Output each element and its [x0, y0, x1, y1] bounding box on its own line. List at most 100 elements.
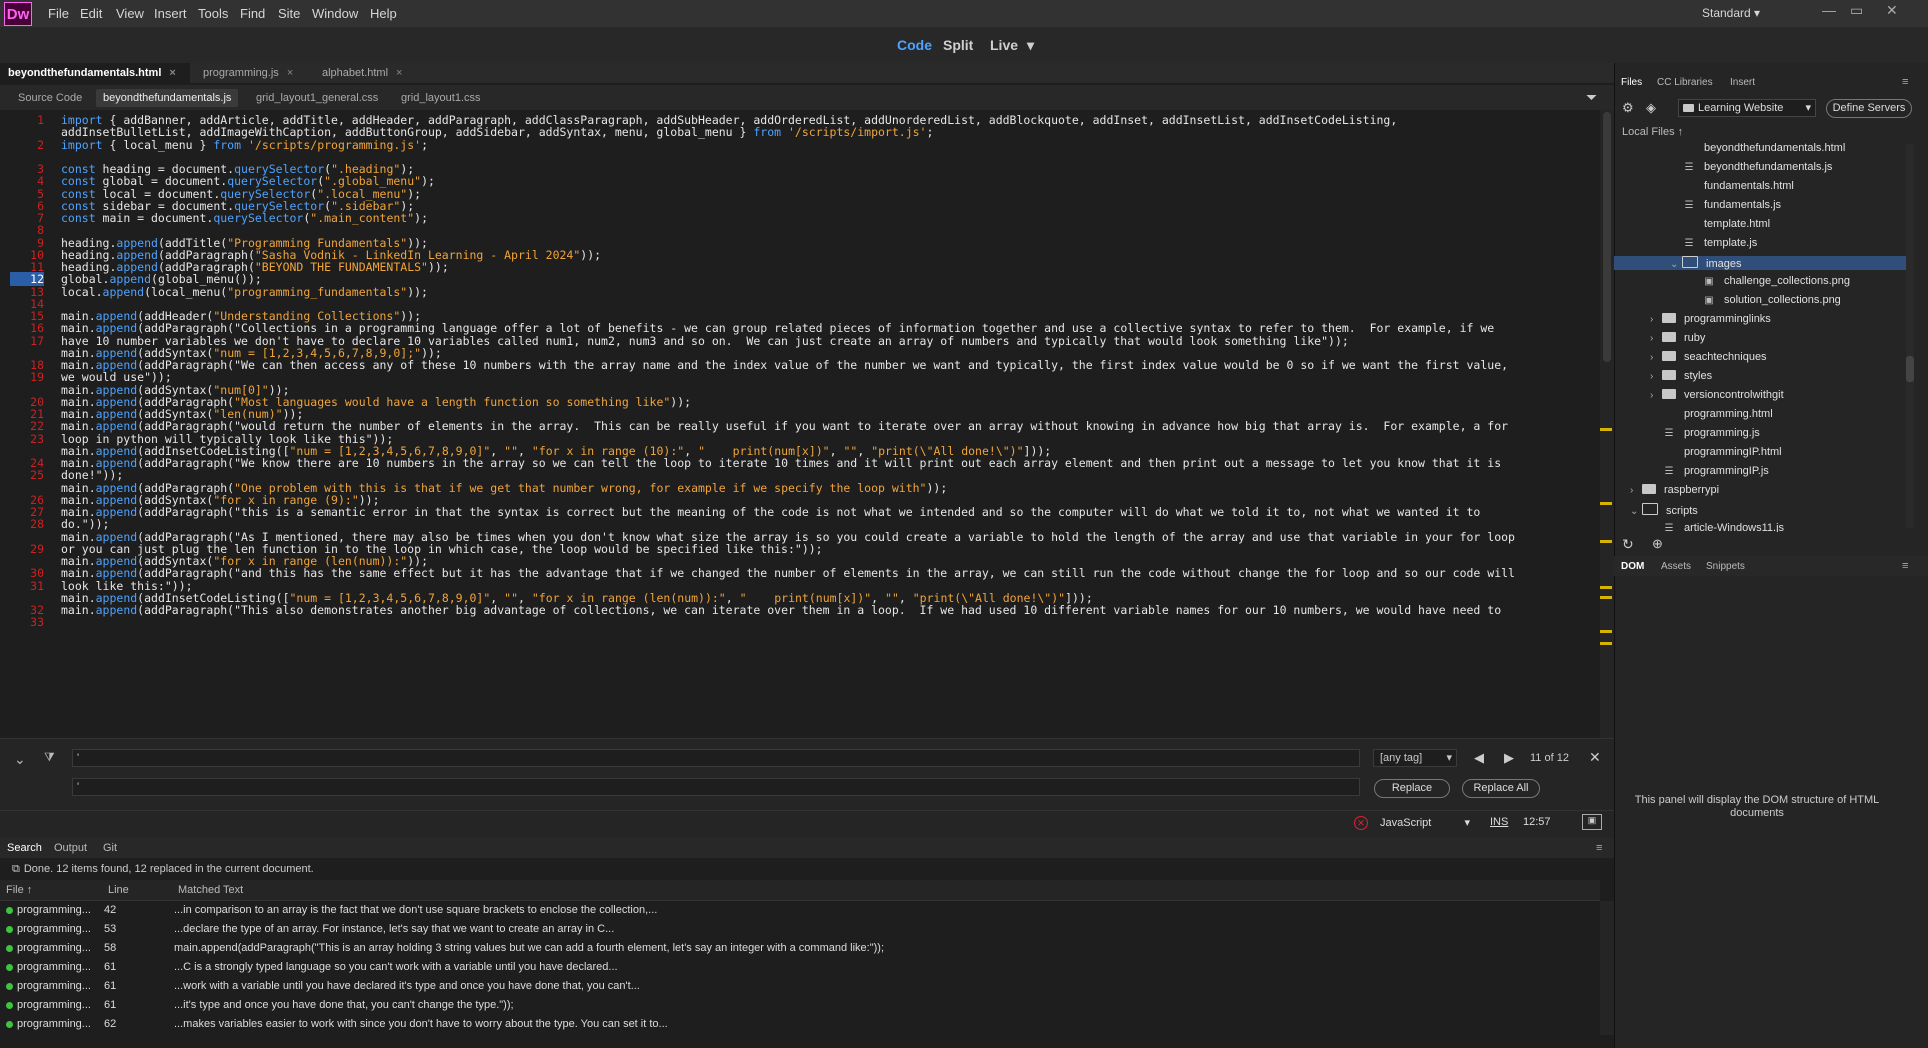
site-select[interactable]: Learning Website ▾	[1678, 99, 1816, 117]
related-grid-layout1[interactable]: grid_layout1.css	[394, 89, 488, 107]
result-row[interactable]: programming... 42 ...in comparison to an a…	[0, 901, 1600, 920]
expand-icon[interactable]: ⊕	[1652, 536, 1663, 552]
file-tree-item[interactable]: ⌄ scripts	[1630, 503, 1698, 517]
files-panel-menu-icon[interactable]: ≡	[1902, 76, 1908, 88]
result-row[interactable]: programming... 58 main.append(addParagrap…	[0, 939, 1600, 958]
menu-find[interactable]: Find	[240, 6, 265, 21]
doc-tab-programming[interactable]: programming.js ×	[195, 63, 309, 83]
code-line[interactable]: main.append(addParagraph("This also demo…	[61, 603, 1501, 617]
insert-mode[interactable]: INS	[1490, 816, 1508, 828]
live-dropdown-icon[interactable]: ▾	[1027, 37, 1034, 54]
previous-match-button[interactable]: ◀	[1474, 750, 1484, 766]
filter-icon[interactable]: ⏷	[1586, 89, 1597, 106]
view-live-button[interactable]: Live	[990, 37, 1018, 53]
code-line[interactable]: main.append(addParagraph("and this has t…	[61, 566, 1515, 580]
column-file[interactable]: File ↑	[6, 884, 32, 896]
panel-tab-assets[interactable]: Assets	[1661, 561, 1691, 572]
code-line[interactable]: main.append(addParagraph("We can then ac…	[61, 358, 1508, 372]
results-scrollbar[interactable]	[1600, 901, 1614, 1035]
related-grid-layout1-general[interactable]: grid_layout1_general.css	[249, 89, 385, 107]
file-tree-item[interactable]: › versioncontrolwithgit	[1650, 389, 1784, 401]
file-tree-item[interactable]: › raspberrypi	[1630, 484, 1719, 496]
close-icon[interactable]: ×	[169, 67, 175, 79]
tag-select[interactable]: [any tag] ▾	[1373, 749, 1457, 767]
menu-window[interactable]: Window	[312, 6, 358, 21]
related-beyondthefundamentals-js[interactable]: beyondthefundamentals.js	[96, 89, 239, 107]
doc-tab-beyondthefundamentals[interactable]: beyondthefundamentals.html ×	[0, 63, 190, 83]
file-tree-item[interactable]: › ruby	[1650, 332, 1705, 344]
result-row[interactable]: programming... 61 ...it's type and once yo…	[0, 996, 1600, 1015]
sync-icon[interactable]: ◈	[1646, 100, 1656, 116]
error-icon[interactable]: ✕	[1354, 816, 1368, 830]
file-tree-item[interactable]: › programminglinks	[1650, 313, 1771, 325]
result-row[interactable]: programming... 61 ...work with a variable …	[0, 977, 1600, 996]
collapse-icon[interactable]: ⌄	[14, 751, 26, 768]
menu-edit[interactable]: Edit	[80, 6, 102, 21]
menu-view[interactable]: View	[116, 6, 144, 21]
file-tree-item[interactable]: ▣ challenge_collections.png	[1690, 275, 1850, 287]
refresh-icon[interactable]: ↻	[1622, 536, 1634, 553]
close-icon[interactable]: ×	[396, 67, 402, 79]
file-tree-item[interactable]: ☰ template.js	[1670, 237, 1758, 249]
code-line[interactable]: main.append(addParagraph("this is a sema…	[61, 505, 1480, 519]
menu-tools[interactable]: Tools	[198, 6, 228, 21]
workspace-switcher[interactable]: Standard ▾	[1702, 6, 1760, 20]
file-tree-scrollbar-thumb[interactable]	[1906, 356, 1914, 382]
tab-git[interactable]: Git	[103, 842, 117, 854]
close-window-button[interactable]: ✕	[1886, 2, 1898, 19]
chevron-down-icon[interactable]: ⌄	[1670, 259, 1682, 270]
find-filter-icon[interactable]: ⧩	[44, 750, 55, 765]
menu-help[interactable]: Help	[370, 6, 397, 21]
dom-panel-menu-icon[interactable]: ≡	[1902, 560, 1908, 572]
file-tree-item[interactable]: programmingIP.html	[1650, 446, 1782, 458]
menu-file[interactable]: File	[48, 6, 69, 21]
panel-tab-insert[interactable]: Insert	[1730, 77, 1755, 88]
replace-all-button[interactable]: Replace All	[1462, 779, 1540, 798]
replace-input[interactable]: '	[72, 778, 1360, 796]
file-tree-item[interactable]: ☰ fundamentals.js	[1670, 199, 1782, 211]
window-size-icon[interactable]: ▣	[1582, 814, 1602, 830]
connect-icon[interactable]: ⚙	[1622, 100, 1634, 116]
minimize-button[interactable]: —	[1822, 2, 1836, 18]
file-tree-item[interactable]: beyondthefundamentals.html	[1670, 142, 1845, 154]
view-code-button[interactable]: Code	[897, 37, 932, 53]
file-tree-item[interactable]: template.html	[1670, 218, 1770, 230]
menu-site[interactable]: Site	[278, 6, 300, 21]
code-editor[interactable]: 1 import { addBanner, addArticle, addTitl…	[0, 110, 1600, 738]
chevron-down-icon[interactable]: ⌄	[1630, 506, 1642, 517]
search-input[interactable]: '	[72, 749, 1360, 767]
tab-output[interactable]: Output	[54, 842, 87, 854]
panel-tab-files[interactable]: Files	[1621, 77, 1642, 88]
file-tree-item[interactable]: programming.html	[1650, 408, 1773, 420]
result-row[interactable]: programming... 61 ...C is a strongly typed…	[0, 958, 1600, 977]
related-source-code[interactable]: Source Code	[11, 89, 89, 107]
panel-menu-icon[interactable]: ≡	[1596, 842, 1602, 854]
panel-tab-dom[interactable]: DOM	[1621, 561, 1644, 572]
file-tree-item[interactable]: › seachtechniques	[1650, 351, 1767, 363]
file-tree-item[interactable]: ▣ solution_collections.png	[1690, 294, 1841, 306]
chevron-right-icon[interactable]: ›	[1650, 371, 1662, 382]
column-matched-text[interactable]: Matched Text	[178, 884, 243, 896]
menu-insert[interactable]: Insert	[154, 6, 187, 21]
file-tree-item[interactable]: ☰ beyondthefundamentals.js	[1670, 161, 1833, 173]
local-files-header[interactable]: Local Files ↑	[1622, 126, 1683, 138]
close-icon[interactable]: ×	[287, 67, 293, 79]
file-tree-item[interactable]: ☰ programming.js	[1650, 427, 1760, 439]
file-tree-scrollbar[interactable]	[1906, 144, 1914, 528]
language-select[interactable]: JavaScript ▾	[1380, 814, 1470, 832]
define-servers-button[interactable]: Define Servers	[1826, 99, 1912, 118]
panel-tab-snippets[interactable]: Snippets	[1706, 561, 1745, 572]
close-find-button[interactable]: ✕	[1589, 749, 1601, 766]
code-line[interactable]: local.append(local_menu("programming_fun…	[61, 285, 428, 299]
file-tree-item[interactable]: ☰ programmingIP.js	[1650, 465, 1769, 477]
file-tree-item[interactable]: ⌄ images	[1614, 256, 1910, 270]
column-line[interactable]: Line	[108, 884, 129, 896]
next-match-button[interactable]: ▶	[1504, 750, 1514, 766]
file-tree-item[interactable]: › styles	[1650, 370, 1712, 382]
chevron-right-icon[interactable]: ›	[1650, 333, 1662, 344]
restore-button[interactable]: ▭	[1850, 2, 1863, 19]
result-row[interactable]: programming... 53 ...declare the type of a…	[0, 920, 1600, 939]
code-line[interactable]: const main = document.querySelector(".ma…	[61, 211, 428, 225]
replace-button[interactable]: Replace	[1374, 779, 1450, 798]
code-scrollbar-thumb[interactable]	[1603, 112, 1611, 362]
